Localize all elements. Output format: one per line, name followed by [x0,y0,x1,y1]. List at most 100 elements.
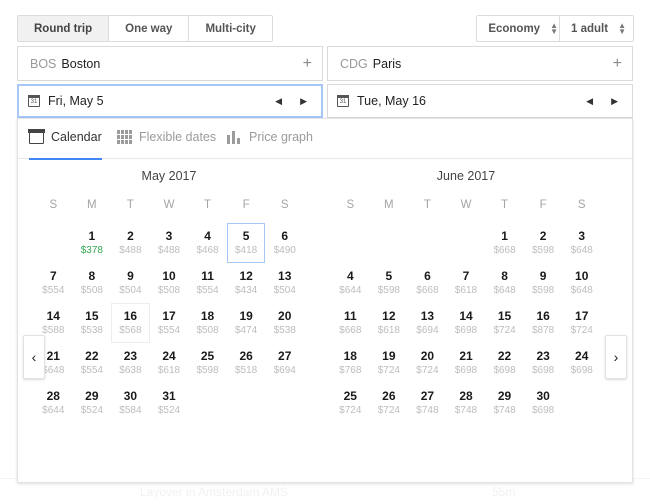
day-of-week-label: T [501,199,509,211]
calendar-day-cell[interactable]: 26 $518 [227,343,266,383]
calendar-day-cell[interactable]: 26 $724 [370,383,409,423]
calendar-day-cell[interactable]: 10 $508 [150,263,189,303]
calendar-day-cell[interactable]: 10 $648 [562,263,601,303]
calendar-day-cell[interactable]: 18 $768 [331,343,370,383]
calendar-day-cell[interactable]: 27 $748 [408,383,447,423]
calendar-day-cell[interactable]: 25 $598 [188,343,227,383]
calendar-day-cell[interactable]: 29 $524 [73,383,112,423]
calendar-day-cell[interactable]: 29 $748 [485,383,524,423]
calendar-day-cell[interactable]: 22 $698 [485,343,524,383]
calendar-day-price: $508 [157,284,181,296]
calendar-day-cell[interactable]: 12 $618 [370,303,409,343]
trip-type-multi-city[interactable]: Multi-city [188,15,273,42]
calendar-day-cell[interactable]: 20 $724 [408,343,447,383]
calendar-day-cell[interactable]: 4 $468 [188,223,227,263]
calendar-day-cell[interactable]: 6 $490 [265,223,304,263]
origin-airport-field[interactable]: BOS Boston + [17,46,323,81]
calendar-day-cell[interactable]: 30 $698 [524,383,563,423]
tab-flexible-dates[interactable]: Flexible dates [117,130,216,159]
calendar-day-cell[interactable]: 24 $698 [562,343,601,383]
calendar-day-price: $748 [416,404,439,416]
calendar-cell-empty [562,383,601,423]
add-origin-icon[interactable]: + [303,55,312,73]
calendar-day-cell[interactable]: 4 $644 [331,263,370,303]
calendar-day-cell[interactable]: 20 $538 [265,303,304,343]
cabin-class-selector[interactable]: Economy ▲ ▼ [476,15,566,42]
calendar-day-number: 7 [49,268,57,283]
calendar-day-cell[interactable]: 16 $568 [111,303,150,343]
calendar-day-cell[interactable]: 9 $598 [524,263,563,303]
departure-prev-day-icon[interactable]: ◀ [275,96,282,107]
calendar-day-cell[interactable]: 16 $878 [524,303,563,343]
calendar-day-cell[interactable]: 31 $524 [150,383,189,423]
calendar-day-cell[interactable]: 21 $698 [447,343,486,383]
calendar-day-cell[interactable]: 7 $618 [447,263,486,303]
calendar-day-cell[interactable]: 8 $648 [485,263,524,303]
calendar-day-cell[interactable]: 23 $638 [111,343,150,383]
calendar-day-cell[interactable]: 12 $434 [227,263,266,303]
calendar-day-cell[interactable]: 30 $584 [111,383,150,423]
calendar-day-cell[interactable]: 22 $554 [73,343,112,383]
calendar-day-cell[interactable]: 14 $698 [447,303,486,343]
destination-airport-field[interactable]: CDG Paris + [327,46,633,81]
calendar-day-cell[interactable]: 2 $488 [111,223,150,263]
calendar-day-cell[interactable]: 15 $538 [73,303,112,343]
calendar-day-number: 24 [162,348,176,363]
next-month-button[interactable]: › [605,335,627,379]
return-next-day-icon[interactable]: ▶ [611,96,618,107]
calendar-day-cell[interactable]: 13 $694 [408,303,447,343]
calendar-day-cell[interactable]: 17 $554 [150,303,189,343]
calendar-day-number: 17 [162,308,176,323]
calendar-day-price: $554 [80,364,103,376]
add-destination-icon[interactable]: + [613,55,622,73]
calendar-day-cell[interactable]: 25 $724 [331,383,370,423]
departure-next-day-icon[interactable]: ▶ [300,96,307,107]
calendar-day-cell[interactable]: 5 $598 [370,263,409,303]
calendar-day-price: $644 [42,404,65,416]
calendar-day-cell[interactable]: 11 $554 [188,263,227,303]
calendar-day-price: $618 [454,284,478,296]
return-prev-day-icon[interactable]: ◀ [586,96,593,107]
calendar-day-cell[interactable]: 7 $554 [34,263,73,303]
calendar-day-cell[interactable]: 2 $598 [524,223,563,263]
passenger-count-selector[interactable]: 1 adult ▲ ▼ [559,15,634,42]
calendar-day-cell[interactable]: 3 $488 [150,223,189,263]
calendar-day-cell[interactable]: 18 $508 [188,303,227,343]
calendar-day-cell[interactable]: 28 $644 [34,383,73,423]
calendar-day-cell[interactable]: 5 $418 [226,223,266,263]
calendar-day-price: $698 [493,364,516,376]
calendar-day-cell[interactable]: 3 $648 [562,223,601,263]
calendar-icon: 31 [337,95,349,107]
calendar-day-cell[interactable]: 17 $724 [562,303,601,343]
calendar-day-cell[interactable]: 6 $668 [408,263,447,303]
departure-date-field[interactable]: 31 Fri, May 5 ◀ ▶ [17,84,323,118]
top-toolbar: Round trip One way Multi-city Economy ▲ ▼… [0,0,650,46]
calendar-day-cell[interactable]: 24 $618 [150,343,189,383]
day-of-week-label: F [242,199,250,211]
trip-type-round-trip[interactable]: Round trip [17,15,109,42]
calendar-day-number: 25 [200,348,215,363]
previous-month-button[interactable]: ‹ [23,335,45,379]
calendar-day-number: 19 [382,348,396,363]
trip-type-one-way[interactable]: One way [108,15,189,42]
calendar-day-cell[interactable]: 9 $504 [111,263,150,303]
calendar-panel: Calendar Flexible dates Price graph ‹ › … [17,118,633,483]
tab-calendar[interactable]: Calendar [28,129,102,160]
calendar-day-price: $694 [273,364,296,376]
return-date-field[interactable]: 31 Tue, May 16 ◀ ▶ [327,84,633,118]
calendar-day-cell[interactable]: 19 $724 [370,343,409,383]
calendar-day-price: $554 [196,284,219,296]
calendar-day-number: 9 [127,268,134,283]
tab-price-graph[interactable]: Price graph [227,130,313,159]
calendar-day-cell[interactable]: 1 $668 [485,223,524,263]
calendar-day-cell[interactable]: 11 $668 [331,303,370,343]
calendar-day-cell[interactable]: 27 $694 [265,343,304,383]
calendar-day-cell[interactable]: 23 $698 [524,343,563,383]
calendar-day-cell[interactable]: 13 $504 [265,263,304,303]
calendar-day-cell[interactable]: 19 $474 [227,303,266,343]
calendar-day-cell[interactable]: 8 $508 [73,263,112,303]
calendar-day-cell[interactable]: 15 $724 [485,303,524,343]
calendar-day-number: 20 [278,308,292,323]
calendar-day-cell[interactable]: 28 $748 [447,383,486,423]
calendar-day-cell[interactable]: 1 $378 [73,223,112,263]
